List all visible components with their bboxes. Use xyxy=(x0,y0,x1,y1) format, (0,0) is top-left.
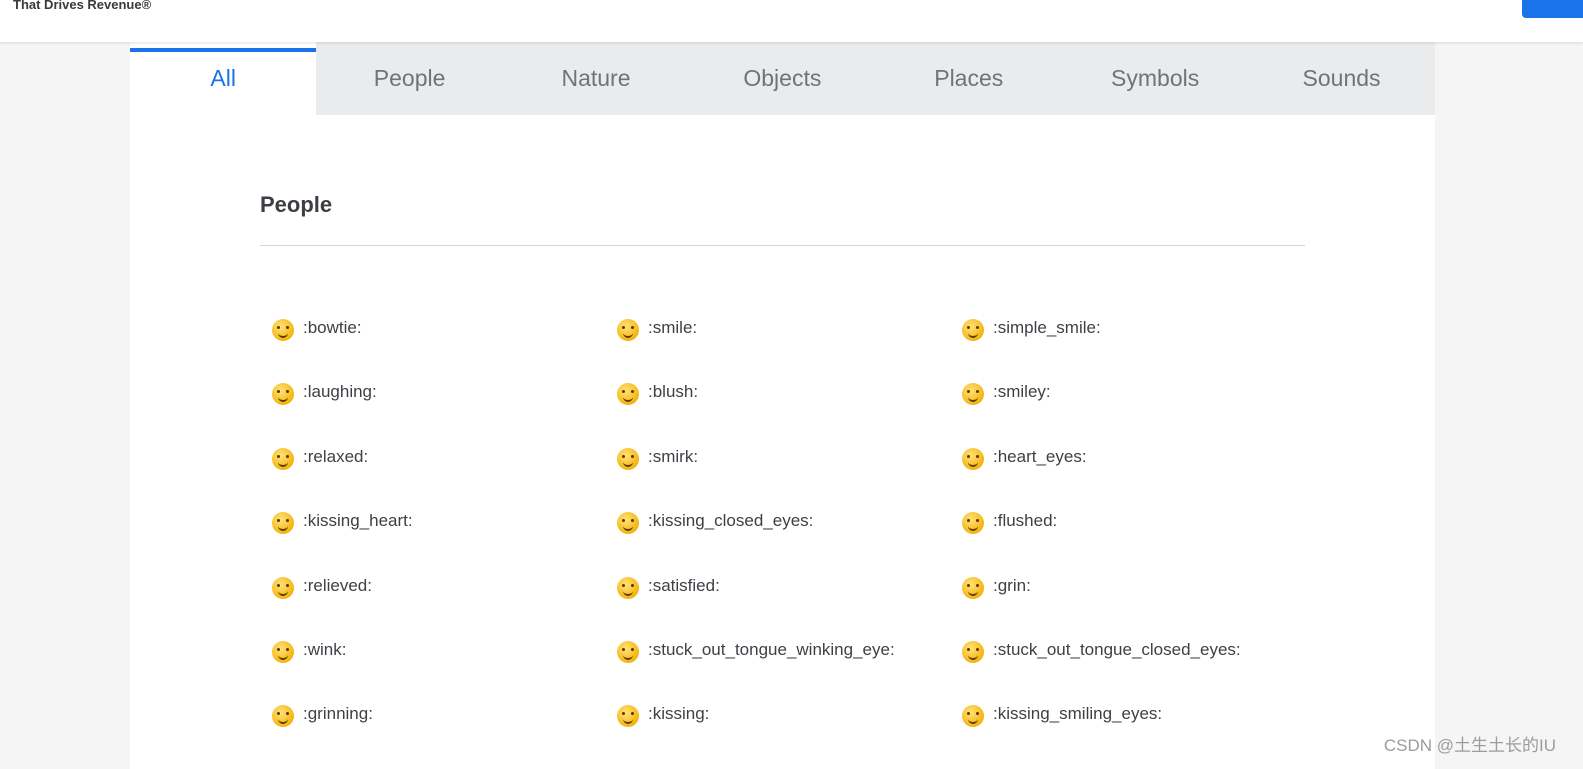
emoji-item[interactable]: :flushed: xyxy=(962,503,1312,539)
section-title: People xyxy=(260,192,333,217)
header-cta-button[interactable] xyxy=(1522,0,1583,18)
watermark: CSDN @土生土长的IU xyxy=(1383,736,1556,755)
emoji-code-label: :smiley: xyxy=(993,382,1051,402)
relieved-icon xyxy=(272,576,294,599)
emoji-code-label: :relaxed: xyxy=(303,446,369,466)
emoji-code-label: :kissing_heart: xyxy=(303,511,413,531)
smirk-icon xyxy=(617,447,639,470)
emoji-code-label: :smirk: xyxy=(648,446,699,466)
emoji-code-label: :flushed: xyxy=(993,511,1058,531)
emoji-item[interactable]: :relaxed: xyxy=(272,439,617,475)
emoji-code-label: :kissing: xyxy=(648,704,710,724)
section-divider xyxy=(260,245,1305,246)
flushed-icon xyxy=(962,512,984,535)
smiley-icon xyxy=(962,383,984,406)
tab-nature[interactable]: Nature xyxy=(503,42,689,115)
emoji-item[interactable]: :simple_smile: xyxy=(962,310,1312,346)
kissing-smiling-eyes-icon xyxy=(962,705,984,728)
emoji-item[interactable]: :wink: xyxy=(272,632,617,668)
emoji-code-label: :kissing_smiling_eyes: xyxy=(993,704,1163,724)
kissing-icon xyxy=(617,705,639,728)
tab-objects[interactable]: Objects xyxy=(689,42,875,115)
category-tabs: All People Nature Objects Places Symbols… xyxy=(130,42,1435,115)
blush-icon xyxy=(617,383,639,406)
emoji-item[interactable]: :kissing_heart: xyxy=(272,503,617,539)
emoji-item[interactable]: :stuck_out_tongue_winking_eye: xyxy=(617,632,962,668)
smile-icon xyxy=(617,319,639,341)
emoji-code-label: :grinning: xyxy=(303,704,373,724)
emoji-item[interactable]: :kissing_closed_eyes: xyxy=(617,503,962,539)
emoji-item[interactable]: :smile: xyxy=(617,310,962,346)
emoji-item[interactable]: :relieved: xyxy=(272,568,617,604)
emoji-item[interactable]: :heart_eyes: xyxy=(962,439,1312,475)
emoji-item[interactable]: :kissing_smiling_eyes: xyxy=(962,696,1312,732)
emoji-code-label: :wink: xyxy=(303,639,347,659)
emoji-code-label: :laughing: xyxy=(303,382,377,402)
tab-symbols[interactable]: Symbols xyxy=(1062,42,1248,115)
emoji-code-label: :kissing_closed_eyes: xyxy=(648,511,814,531)
kissing-closed-eyes-icon xyxy=(617,512,639,535)
emoji-item[interactable]: :bowtie: xyxy=(272,310,617,346)
emoji-code-label: :grin: xyxy=(993,575,1031,595)
emoji-code-label: :smile: xyxy=(648,318,698,337)
emoji-item[interactable]: :laughing: xyxy=(272,374,617,410)
wink-icon xyxy=(272,640,294,663)
tab-places[interactable]: Places xyxy=(876,42,1062,115)
emoji-item[interactable]: :grinning: xyxy=(272,696,617,732)
top-navigation-bar: That Drives Revenue® xyxy=(0,0,1583,42)
emoji-item[interactable]: :kissing: xyxy=(617,696,962,732)
emoji-code-label: :stuck_out_tongue_winking_eye: xyxy=(648,639,895,659)
simple-smile-icon xyxy=(962,319,984,341)
emoji-item[interactable]: :grin: xyxy=(962,568,1312,604)
tab-people[interactable]: People xyxy=(316,42,502,115)
kissing-heart-icon xyxy=(272,512,294,535)
tab-sounds[interactable]: Sounds xyxy=(1248,42,1434,115)
emoji-code-label: :satisfied: xyxy=(648,575,720,595)
grin-icon xyxy=(962,576,984,599)
emoji-item[interactable]: :stuck_out_tongue_closed_eyes: xyxy=(962,632,1312,668)
emoji-item[interactable]: :blush: xyxy=(617,374,962,410)
stuck-out-tongue-winking-eye-icon xyxy=(617,640,639,663)
emoji-code-label: :stuck_out_tongue_closed_eyes: xyxy=(993,639,1241,659)
emoji-code-label: :blush: xyxy=(648,382,699,402)
heart-eyes-icon xyxy=(962,447,984,470)
laughing-icon xyxy=(272,383,294,406)
relaxed-icon xyxy=(272,447,294,470)
emoji-cheatsheet-card: All People Nature Objects Places Symbols… xyxy=(130,42,1435,769)
stuck-out-tongue-closed-eyes-icon xyxy=(962,640,984,663)
emoji-item[interactable]: :satisfied: xyxy=(617,568,962,604)
emoji-code-label: :heart_eyes: xyxy=(993,446,1087,466)
emoji-item[interactable]: :smiley: xyxy=(962,374,1312,410)
emoji-code-label: :simple_smile: xyxy=(993,318,1101,337)
emoji-item[interactable]: :smirk: xyxy=(617,439,962,475)
emoji-grid: :bowtie: :smile: :simple_smile::laughing::… xyxy=(272,310,1312,761)
satisfied-icon xyxy=(617,576,639,599)
emoji-code-label: :bowtie: xyxy=(303,318,362,337)
grinning-icon xyxy=(272,705,294,728)
emoji-code-label: :relieved: xyxy=(303,575,372,595)
bowtie-icon xyxy=(272,319,294,341)
brand-tagline: That Drives Revenue® xyxy=(13,0,152,12)
tab-all[interactable]: All xyxy=(130,42,317,115)
